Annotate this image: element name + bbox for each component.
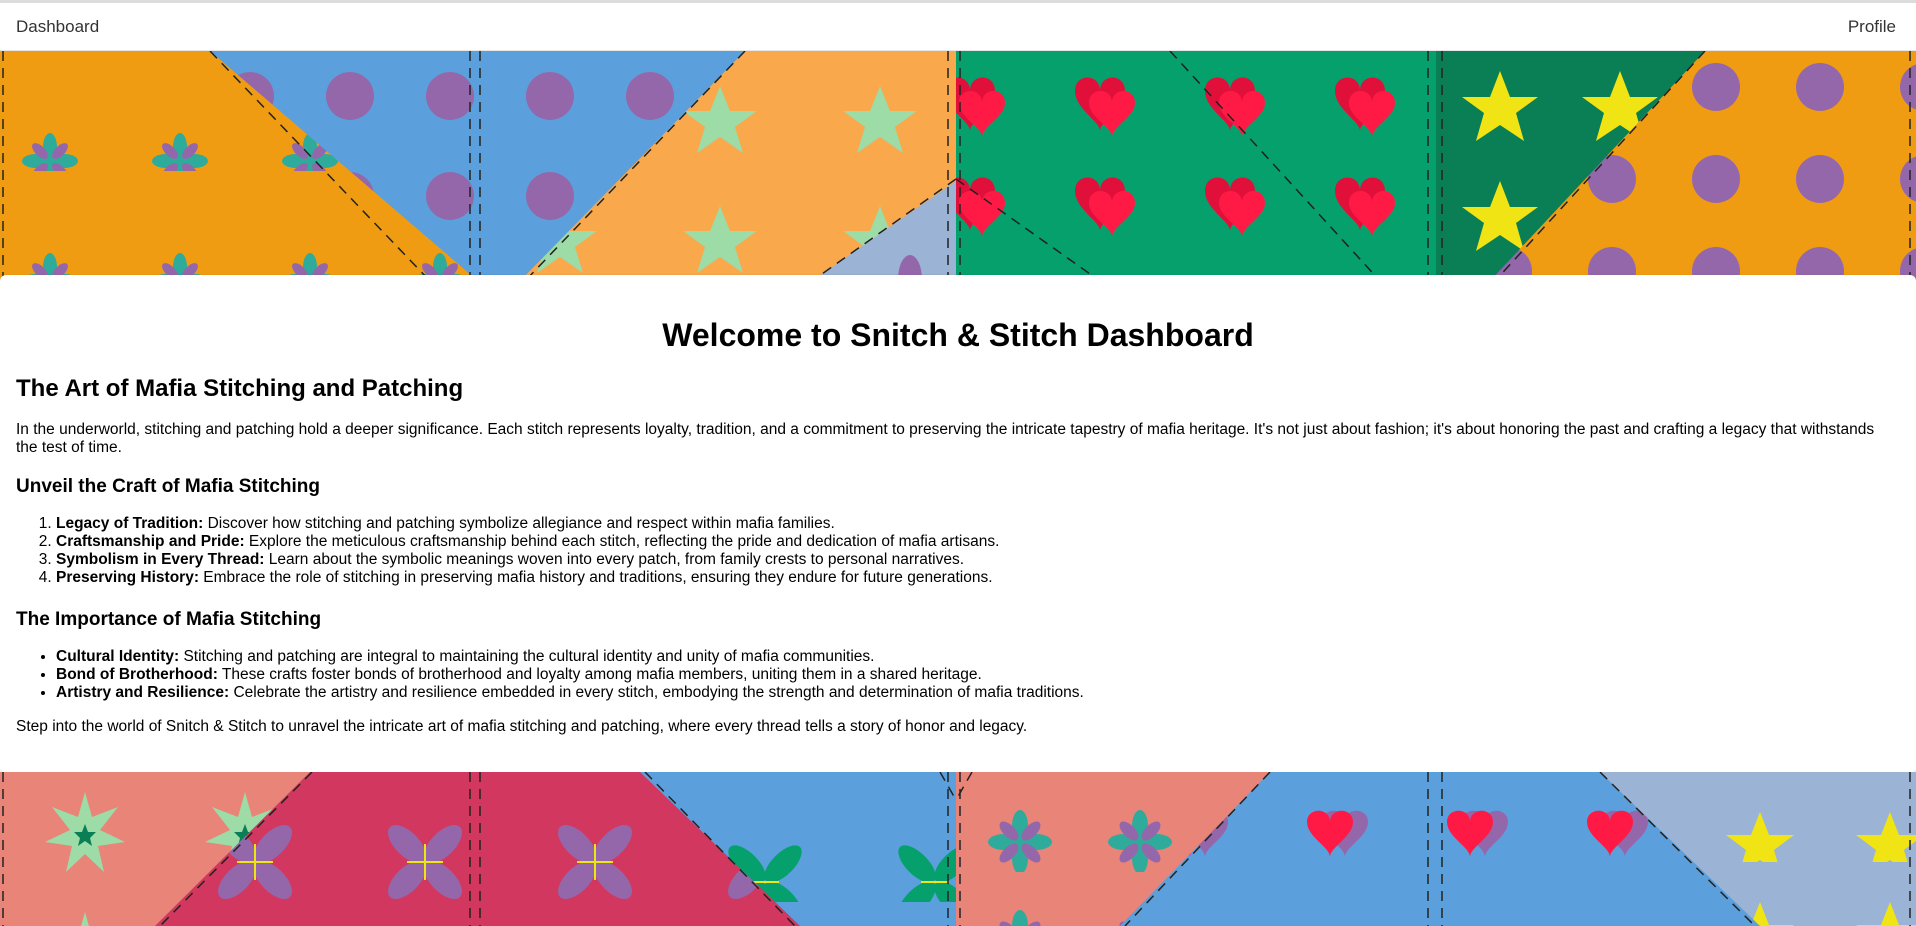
closing-paragraph: Step into the world of Snitch & Stitch t… <box>16 718 1028 735</box>
list-item: Artistry and Resilience: Celebrate the a… <box>56 684 1084 702</box>
list-item-term: Preserving History: <box>56 569 199 586</box>
navbar: Dashboard Profile <box>0 3 1916 51</box>
list-item-term: Symbolism in Every Thread: <box>56 551 265 568</box>
list-item-term: Craftsmanship and Pride: <box>56 533 245 550</box>
list-item: Preserving History: Embrace the role of … <box>56 569 999 587</box>
list-item-term: Bond of Brotherhood: <box>56 666 218 683</box>
list-item-text: Stitching and patching are integral to m… <box>179 648 875 665</box>
nav-dashboard-link[interactable]: Dashboard <box>16 17 99 37</box>
quilt-pattern-bottom <box>0 772 1916 926</box>
list-item-text: Learn about the symbolic meanings woven … <box>264 551 965 568</box>
intro-paragraph: In the underworld, stitching and patchin… <box>16 421 1875 456</box>
nav-profile-link[interactable]: Profile <box>1848 17 1896 37</box>
list-item-text: Celebrate the artistry and resilience em… <box>229 684 1084 701</box>
list-item: Bond of Brotherhood: These crafts foster… <box>56 666 1084 684</box>
list-item-text: These crafts foster bonds of brotherhood… <box>217 666 982 683</box>
list-item: Craftsmanship and Pride: Explore the met… <box>56 533 999 551</box>
quilt-banner-top <box>0 51 1916 281</box>
list-item-text: Discover how stitching and patching symb… <box>203 515 835 532</box>
list-item: Symbolism in Every Thread: Learn about t… <box>56 551 999 569</box>
list-item-text: Embrace the role of stitching in preserv… <box>199 569 993 586</box>
list-item-text: Explore the meticulous craftsmanship beh… <box>244 533 1000 550</box>
section-heading-craft: Unveil the Craft of Mafia Stitching <box>16 476 321 497</box>
list-item-term: Cultural Identity: <box>56 648 180 665</box>
content-card: Welcome to Snitch & Stitch Dashboard The… <box>0 275 1916 773</box>
quilt-pattern-top <box>0 51 1916 281</box>
importance-list: Cultural Identity: Stitching and patchin… <box>16 648 1084 702</box>
list-item: Legacy of Tradition: Discover how stitch… <box>56 515 999 533</box>
list-item-term: Legacy of Tradition: <box>56 515 204 532</box>
craft-list: Legacy of Tradition: Discover how stitch… <box>16 515 999 587</box>
page-title: Welcome to Snitch & Stitch Dashboard <box>662 317 1254 353</box>
list-item-term: Artistry and Resilience: <box>56 684 230 701</box>
section-heading-importance: The Importance of Mafia Stitching <box>16 609 322 630</box>
section-heading-art: The Art of Mafia Stitching and Patching <box>16 375 464 402</box>
list-item: Cultural Identity: Stitching and patchin… <box>56 648 1084 666</box>
quilt-banner-bottom <box>0 772 1916 926</box>
